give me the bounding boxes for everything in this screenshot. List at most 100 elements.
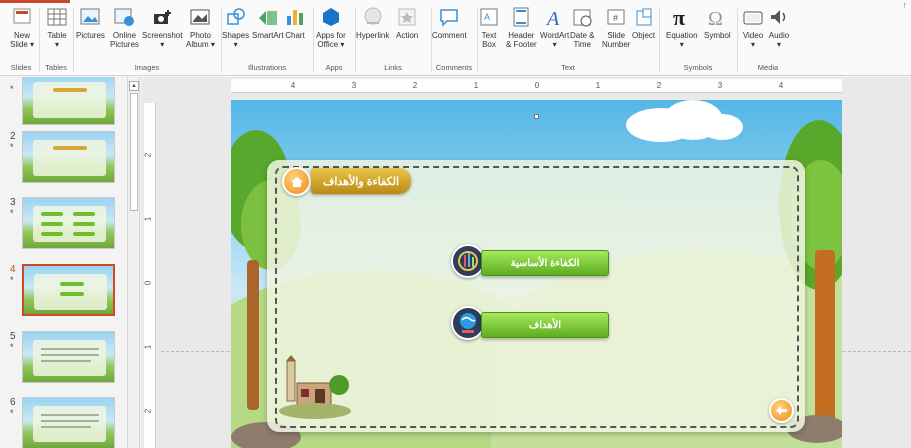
competency-button[interactable]: الكفاءة الأساسية xyxy=(481,250,609,276)
ribbon-button-label: WordArt xyxy=(540,31,570,40)
vertical-ruler: 2 1 0 1 2 xyxy=(144,103,156,448)
cloud xyxy=(701,114,743,140)
comment-button[interactable]: Comment xyxy=(432,6,467,40)
chart-button[interactable]: Chart xyxy=(284,6,306,40)
audio-button[interactable]: Audio ▾ xyxy=(768,6,790,49)
new-slide-button[interactable]: New Slide ▾ xyxy=(10,6,34,49)
competency-icon[interactable] xyxy=(451,244,485,278)
photo-album-button[interactable]: Photo Album ▾ xyxy=(186,6,215,49)
pictures-icon xyxy=(79,6,101,28)
slide-number: 4 xyxy=(10,264,16,275)
text-box-button[interactable]: A Text Box xyxy=(478,6,500,49)
video-button[interactable]: Video ▾ xyxy=(742,6,764,49)
screenshot-button[interactable]: Screenshot ▾ xyxy=(142,6,182,49)
table-icon xyxy=(46,6,68,28)
action-button[interactable]: Action xyxy=(396,6,418,40)
online-pictures-button[interactable]: Online Pictures xyxy=(110,6,139,49)
slide-preview[interactable] xyxy=(22,77,115,125)
comment-icon xyxy=(438,6,460,28)
screenshot-icon xyxy=(151,6,173,28)
home-button[interactable] xyxy=(282,167,311,196)
ribbon-button-sublabel: Time xyxy=(573,40,591,49)
date-time-button[interactable]: Date & Time xyxy=(570,6,594,49)
selection-handle[interactable] xyxy=(534,114,539,119)
horizontal-ruler: 4 3 2 1 0 1 2 3 4 xyxy=(231,79,842,93)
slide-number: 2 xyxy=(10,131,16,142)
wordart-button[interactable]: A WordArt ▾ xyxy=(540,6,569,49)
object-button[interactable]: Object xyxy=(632,6,655,40)
slide-preview[interactable] xyxy=(22,397,115,448)
symbol-button[interactable]: Ω Symbol xyxy=(704,6,731,40)
ribbon-button-label: Header xyxy=(508,31,535,40)
ribbon-button-label: Photo xyxy=(190,31,211,40)
slide-number-button[interactable]: # Slide Number xyxy=(602,6,630,49)
collapse-ribbon-icon[interactable]: ↑ xyxy=(903,0,908,10)
apps-button[interactable]: Apps for Office ▾ xyxy=(316,6,346,49)
action-icon xyxy=(396,6,418,28)
ribbon-button-sublabel: ▾ xyxy=(54,40,59,49)
hyperlink-button[interactable]: Hyperlink xyxy=(356,6,389,40)
goals-icon[interactable] xyxy=(451,306,485,340)
date-time-icon xyxy=(571,6,593,28)
ribbon-group-symbols: π Equation ▾ Ω Symbol Symbols xyxy=(660,6,736,74)
ribbon-insert-tab: ↑ New Slide ▾ Slides Table ▾ Tables Pictures On… xyxy=(0,0,911,76)
thumbnail-scrollbar[interactable]: ▲ xyxy=(128,77,140,448)
ruler-tick-label: 1 xyxy=(143,216,153,222)
ruler-tick-label: 1 xyxy=(143,344,153,350)
slide-preview[interactable] xyxy=(22,264,115,316)
video-icon xyxy=(742,6,764,28)
ruler-tick-label: 0 xyxy=(534,81,540,90)
pictures-button[interactable]: Pictures xyxy=(76,6,105,40)
ribbon-group-label: Images xyxy=(134,63,160,72)
ribbon-group-label: Media xyxy=(757,63,779,72)
table-button[interactable]: Table ▾ xyxy=(46,6,68,49)
ribbon-button-sublabel: Box xyxy=(482,40,496,49)
equation-icon: π xyxy=(671,6,693,28)
ribbon-group-media: Video ▾ Audio ▾ Media xyxy=(738,6,798,74)
ribbon-button-label: New xyxy=(14,31,31,40)
ribbon-button-label: Screenshot xyxy=(142,31,183,40)
ribbon-button-label: Online xyxy=(112,31,137,40)
slide-number-icon: # xyxy=(605,6,627,28)
ribbon-button-label: Symbol xyxy=(704,31,731,40)
ribbon-button-sublabel: Album ▾ xyxy=(186,40,215,49)
slide-number: 3 xyxy=(10,197,16,208)
slide-canvas[interactable]: الكفاءة والأهداف الكفاءة الأساسية الأهدا… xyxy=(231,100,842,448)
equation-button[interactable]: π Equation ▾ xyxy=(666,6,698,49)
svg-text:π: π xyxy=(673,6,685,28)
slide-title: الكفاءة والأهداف xyxy=(311,168,411,194)
ribbon-button-sublabel: Office ▾ xyxy=(317,40,345,49)
tree-trunk xyxy=(247,260,259,410)
scrollbar-thumb[interactable] xyxy=(130,93,138,211)
shapes-icon xyxy=(225,6,247,28)
ribbon-button-label: Object xyxy=(632,31,656,40)
header-footer-icon xyxy=(510,6,532,28)
ruler-tick-label: 2 xyxy=(143,408,153,414)
ribbon-group-label: Illustrations xyxy=(248,63,286,72)
slide-preview[interactable] xyxy=(22,197,115,249)
svg-text:A: A xyxy=(545,8,560,28)
new-slide-icon xyxy=(11,6,33,28)
ribbon-button-label: Audio xyxy=(768,31,790,40)
ribbon-button-sublabel: ▾ xyxy=(679,40,684,49)
header-footer-button[interactable]: Header & Footer xyxy=(506,6,537,49)
powerpoint-window: ↑ New Slide ▾ Slides Table ▾ Tables Pictures On… xyxy=(0,0,911,448)
slide-preview[interactable] xyxy=(22,331,115,383)
ribbon-button-sublabel: ▾ xyxy=(750,40,755,49)
ruler-tick-label: 1 xyxy=(473,81,479,90)
ribbon-button-label: Hyperlink xyxy=(356,31,390,40)
symbol-icon: Ω xyxy=(706,6,728,28)
ribbon-group-slides: New Slide ▾ Slides xyxy=(4,6,38,74)
slide-preview[interactable] xyxy=(22,131,115,183)
ribbon-button-sublabel: & Footer xyxy=(506,40,537,49)
animation-star-icon: * xyxy=(10,342,14,352)
ribbon-button-label: Apps for xyxy=(316,31,346,40)
smartart-button[interactable]: SmartArt xyxy=(252,6,284,40)
shapes-button[interactable]: Shapes ▾ xyxy=(222,6,249,49)
goals-button[interactable]: الأهداف xyxy=(481,312,609,338)
scroll-up-icon[interactable]: ▲ xyxy=(129,81,139,91)
back-button[interactable] xyxy=(769,398,794,423)
ribbon-group-label: Symbols xyxy=(683,63,713,72)
slide-thumbnail-pane: * 2 * 3 * 4 * 5 * 6 * xyxy=(0,77,128,448)
animation-star-icon: * xyxy=(10,275,14,285)
